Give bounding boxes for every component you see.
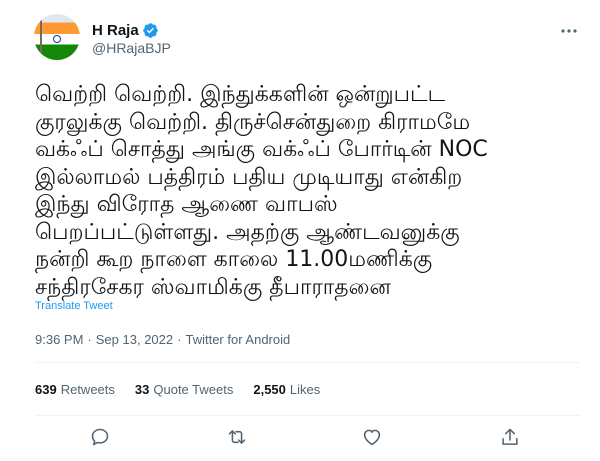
tweet-text-line: குரலுக்கு வெற்றி. திருச்சென்துறை கிராமமே — [35, 109, 471, 135]
divider — [35, 415, 580, 416]
reply-button[interactable] — [89, 426, 111, 448]
quote-tweets-stat[interactable]: 33 Quote Tweets — [135, 382, 233, 397]
chakra-icon — [53, 35, 61, 43]
divider — [35, 362, 580, 363]
tweet-text: வெற்றி வெற்றி. இந்துக்களின் ஒன்றுபட்ட கு… — [35, 81, 580, 301]
tweet-text-line: வக்ஃப் சொத்து அங்கு வக்ஃப் போர்டின் NOC — [35, 137, 488, 162]
tweet-source[interactable]: Twitter for Android — [185, 332, 290, 347]
quote-tweets-label: Quote Tweets — [153, 382, 234, 397]
verified-badge-icon — [142, 22, 158, 38]
share-icon — [502, 428, 518, 445]
more-icon[interactable] — [558, 20, 580, 42]
like-icon — [363, 429, 381, 446]
tweet-date[interactable]: Sep 13, 2022 — [96, 332, 173, 347]
flag-pole — [40, 20, 42, 60]
translate-tweet-link[interactable]: Translate Tweet — [35, 300, 113, 312]
likes-stat[interactable]: 2,550 Likes — [253, 382, 320, 397]
quote-tweets-count: 33 — [134, 382, 150, 397]
author-name-row: H Raja — [92, 21, 159, 39]
tweet-text-line: இந்து விரோத ஆணை வாபஸ் — [35, 192, 338, 217]
meta-separator: · — [87, 332, 92, 347]
tweet-text-line: நன்றி கூற நாளை காலை 11.00மணிக்கு — [35, 247, 433, 272]
tweet-text-line: வெற்றி வெற்றி. இந்துக்களின் ஒன்றுபட்ட — [35, 82, 446, 107]
retweet-icon — [228, 430, 246, 444]
author-handle[interactable]: @HRajaBJP — [92, 40, 171, 56]
tweet-text-line: சந்திரசேகர ஸ்வாமிக்கு தீபாராதனை — [35, 274, 391, 300]
retweets-stat[interactable]: 639 Retweets — [35, 382, 115, 397]
tweet-detail: H Raja @HRajaBJP வெற்றி வெற்றி. இந்துக்க… — [0, 0, 600, 461]
tweet-metadata: 9:36 PM · Sep 13, 2022 · Twitter for Android — [35, 332, 290, 347]
tweet-text-line: இல்லாமல் பத்திரம் பதிய முடியாது என்கிற — [35, 164, 463, 190]
avatar[interactable] — [34, 14, 80, 60]
share-button[interactable] — [499, 426, 521, 448]
retweet-button[interactable] — [226, 426, 248, 448]
likes-label: Likes — [289, 382, 321, 397]
like-button[interactable] — [361, 426, 383, 448]
tweet-text-line: பெறப்பட்டுள்ளது. அதற்கு ஆண்டவனுக்கு — [35, 219, 460, 245]
engagement-stats: 639 Retweets 33 Quote Tweets 2,550 Likes — [35, 382, 340, 397]
author-name[interactable]: H Raja — [92, 22, 139, 39]
tweet-time[interactable]: 9:36 PM — [35, 332, 83, 347]
retweets-label: Retweets — [60, 382, 115, 397]
likes-count: 2,550 — [253, 382, 286, 397]
retweets-count: 639 — [35, 382, 57, 397]
reply-icon — [91, 428, 109, 446]
meta-separator: · — [177, 332, 182, 347]
